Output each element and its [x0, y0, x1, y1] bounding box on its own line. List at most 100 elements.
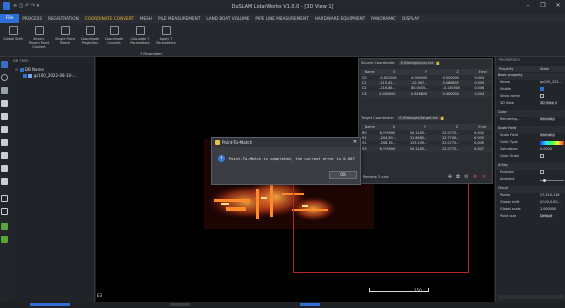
global-shift-button[interactable]: Global Shift	[2, 26, 24, 54]
global-shift-label: Global Shift	[3, 37, 23, 41]
menu-hardware-equipment[interactable]: HARDWARE EQUIPMENT	[312, 16, 369, 21]
cell: R3	[361, 146, 379, 152]
close-panel-button[interactable]: ✕	[481, 174, 487, 180]
close-window-button[interactable]: ✕	[551, 2, 565, 12]
reset-button[interactable]: ⟲	[463, 174, 469, 180]
menu-display[interactable]: DISPLAY	[399, 16, 422, 21]
single-point-match-button[interactable]: Single Point Match	[54, 26, 76, 54]
tree-item-db[interactable]: ⊟ DB Name	[15, 67, 44, 72]
apply-7-parameters-button[interactable]: Apply 7 Parameters	[155, 26, 177, 54]
menu-process[interactable]: PROCESS	[19, 16, 45, 21]
prop-section-color[interactable]: Color	[496, 110, 565, 117]
prop-row-name[interactable]: Name gs100_202...	[496, 80, 565, 87]
prop-section-cloud[interactable]: Cloud	[496, 186, 565, 193]
view-top-icon[interactable]	[1, 100, 8, 107]
source-coordinate-row: Source Coordinate: E:/Data/pts/src.txt ▆	[361, 61, 439, 65]
calculate-7-parameters-button[interactable]: Calculate 7 Parameters	[129, 26, 151, 54]
delete-point-button[interactable]: ⊗	[472, 174, 478, 180]
prop-row-points[interactable]: Points 27,510,116	[496, 193, 565, 200]
menu-mesh[interactable]: MESH	[137, 16, 155, 21]
menu-land-boat-volume[interactable]: LAND BOAT VOLUME	[203, 16, 252, 21]
coordinate-convert-button[interactable]: Coordinate Convert	[103, 26, 125, 54]
properties-scrollbar[interactable]	[498, 295, 564, 299]
status-segment	[300, 303, 320, 306]
prop-key: Visible	[500, 87, 512, 91]
prop-row-global-scale[interactable]: Global scale 1.000000	[496, 207, 565, 214]
prop-row-rendering[interactable]: Rendering... Intensity	[496, 117, 565, 124]
prop-section-xray[interactable]: X-Ray	[496, 163, 565, 170]
minimize-button[interactable]: –	[521, 2, 535, 12]
prop-row-show-name[interactable]: Show name	[496, 94, 565, 101]
prop-row-3d-view[interactable]: 3D View 3D View 1	[496, 101, 565, 108]
color-gradient-select[interactable]	[540, 141, 564, 145]
prop-key: 3D View	[500, 101, 514, 105]
color-scale-checkbox[interactable]	[540, 154, 544, 158]
clip-tool-icon[interactable]	[1, 208, 8, 215]
ok-button[interactable]: OK	[329, 171, 357, 179]
properties-panel: PROPERTIES Property State Basic property…	[495, 57, 565, 302]
saturation-value[interactable]: 0.0000	[540, 147, 552, 151]
3d-view-select[interactable]: 3D View 1	[540, 101, 558, 105]
rendering-select[interactable]: Intensity	[540, 117, 555, 121]
prop-key: Point size	[500, 214, 517, 218]
coordinate-projection-button[interactable]: Coordinate Projection	[79, 26, 101, 54]
table-row[interactable]: R3 6.1*5000 54.1200... 22.0770... 0.007	[361, 146, 492, 152]
prop-section-basic[interactable]: Basic property	[496, 73, 565, 80]
select-tool-icon[interactable]	[1, 87, 8, 94]
iso-view-icon[interactable]	[1, 178, 8, 185]
prop-row-point-size[interactable]: Point size Default	[496, 214, 565, 221]
prop-row-enabled[interactable]: Enabled	[496, 170, 565, 177]
prop-row-color-scale[interactable]: Color Scale	[496, 154, 565, 161]
prop-row-scale-field[interactable]: Scale Field intensity	[496, 133, 565, 140]
prop-row-ambient[interactable]: Ambient	[496, 177, 565, 184]
collapse-icon[interactable]: ⊟	[15, 67, 18, 72]
db-visibility-checkbox[interactable]	[19, 68, 24, 72]
ambient-slider-thumb[interactable]	[542, 179, 546, 182]
measure-tool-icon[interactable]	[1, 195, 8, 202]
prop-section-scale-field[interactable]: Scale Field	[496, 126, 565, 133]
scale-field-select[interactable]: intensity	[540, 133, 555, 137]
window-title: DuSLAM LidarWorks V1.0.0 - [3D View 1]	[231, 4, 334, 10]
prop-key: Show name	[500, 94, 520, 98]
prop-row-color-type[interactable]: Color Type	[496, 140, 565, 147]
point-pick-icon[interactable]	[1, 223, 8, 230]
prop-row-visible[interactable]: Visible	[496, 87, 565, 94]
seven-param-point-convert-label: Seven-Param Point Convert	[28, 37, 50, 49]
view-back-icon[interactable]	[1, 139, 8, 146]
maximize-button[interactable]: ❐	[536, 2, 550, 12]
prop-value[interactable]: gs100_202...	[540, 80, 562, 84]
source-folder-icon[interactable]: ▆	[436, 61, 439, 65]
menu-pile-measurement[interactable]: PILE MEASUREMENT	[155, 16, 203, 21]
point-size-select[interactable]: Default	[540, 214, 553, 218]
pick-point-button[interactable]: ✿	[455, 174, 461, 180]
table-row[interactable]: C3 0.000000 0.616800 0.000000 0.004	[361, 91, 492, 97]
show-name-checkbox[interactable]	[540, 94, 544, 98]
prop-row-global-shift[interactable]: Global shift (0.00,0.00...	[496, 200, 565, 207]
file-menu[interactable]: File	[0, 14, 20, 23]
tree-item-cloud[interactable]: gs100_2022-08-10-...	[23, 73, 76, 78]
view-left-icon[interactable]	[1, 126, 8, 133]
menu-panoramic[interactable]: PANORAMIC	[368, 16, 399, 21]
source-path-field[interactable]: E:/Data/pts/src.txt	[398, 61, 436, 65]
point-convert-icon	[34, 26, 44, 35]
add-point-button[interactable]: ✣	[447, 174, 453, 180]
prop-row-saturation[interactable]: Saturation 0.0000	[496, 147, 565, 154]
target-path-field[interactable]: E:/Data/pts/target.txt	[397, 116, 440, 120]
zoom-tool-icon[interactable]	[1, 74, 8, 81]
visible-checkbox[interactable]	[540, 87, 544, 91]
menu-registration[interactable]: REGISTRATION	[45, 16, 82, 21]
view-front-icon[interactable]	[1, 113, 8, 120]
cloud-visibility-checkbox[interactable]	[23, 74, 27, 78]
menu-coordinate-convert[interactable]: COORDINATE CONVERT	[82, 16, 137, 21]
seven-param-point-convert-button[interactable]: Seven-Param Point Convert	[28, 26, 50, 54]
prop-key: Color	[498, 110, 507, 114]
segment-tool-icon[interactable]	[1, 236, 8, 243]
view-bottom-icon[interactable]	[1, 165, 8, 172]
target-folder-icon[interactable]: ▆	[441, 116, 444, 120]
xray-enabled-checkbox[interactable]	[540, 170, 544, 174]
view-right-icon[interactable]	[1, 152, 8, 159]
menu-pipe-line-measurement[interactable]: PIPE LINE MEASUREMENT	[252, 16, 311, 21]
prop-key: Scale Field	[500, 133, 519, 137]
pointer-tool-icon[interactable]	[1, 61, 8, 68]
dialog-close-button[interactable]: ✕	[353, 139, 357, 145]
